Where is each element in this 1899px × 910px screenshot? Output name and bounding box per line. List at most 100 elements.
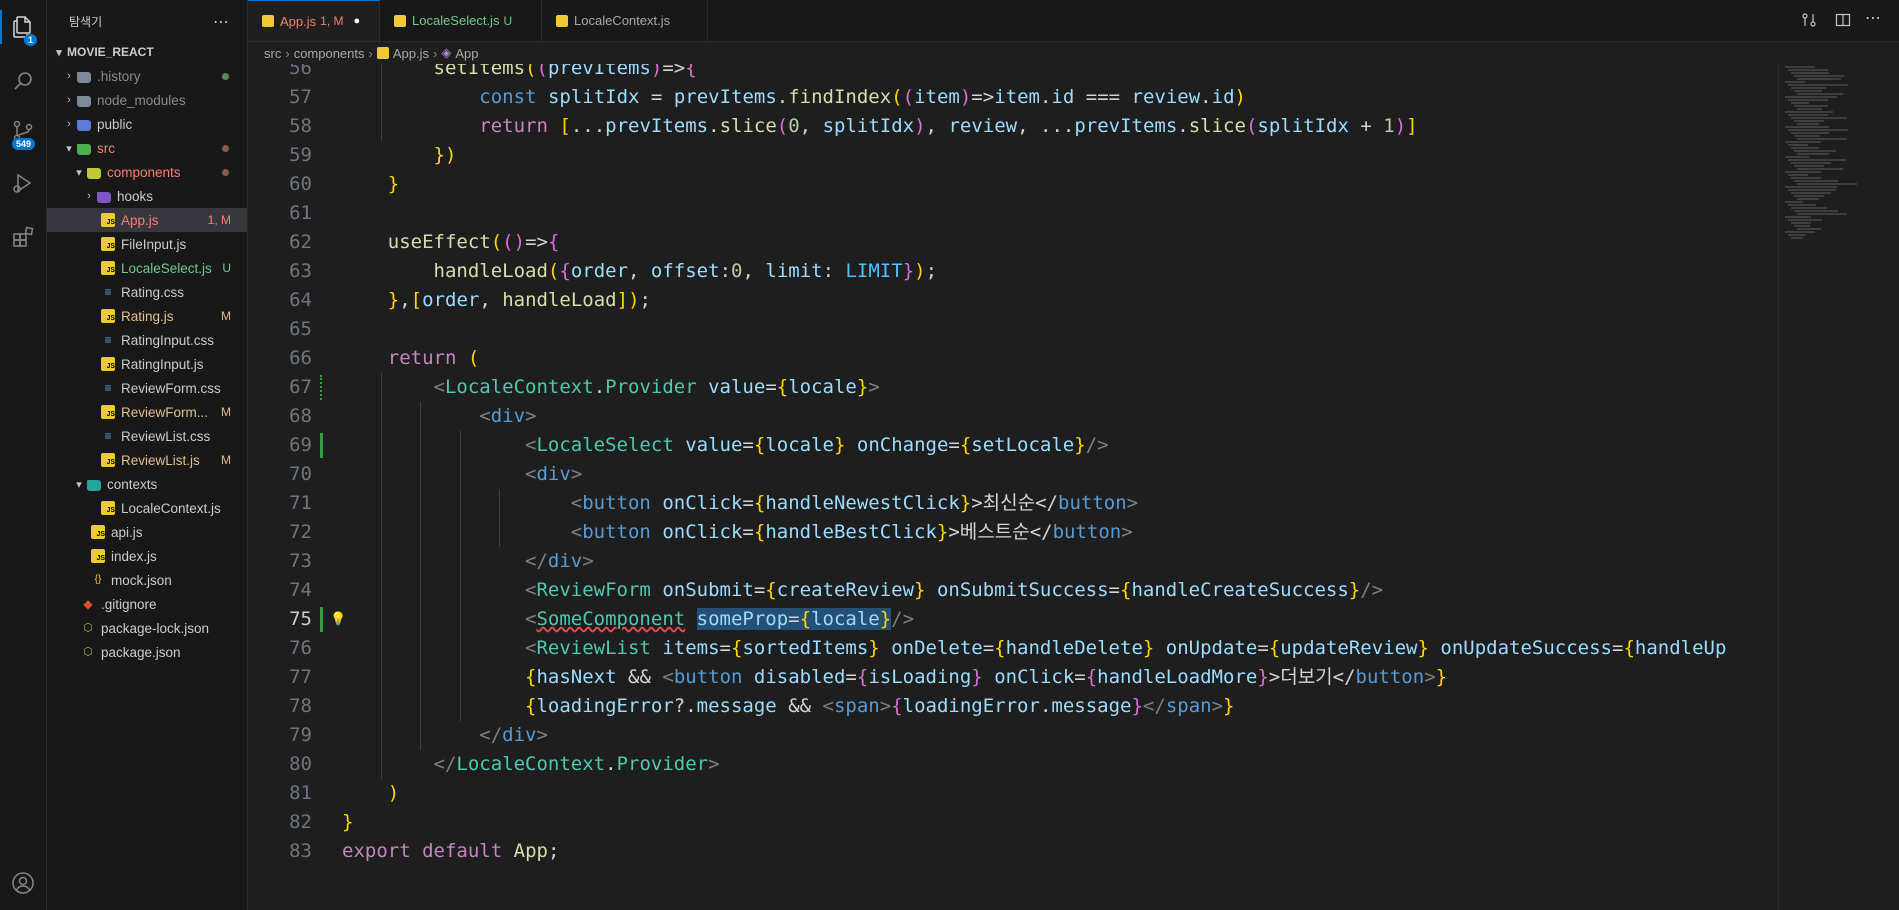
code-line[interactable]: 82} (248, 808, 1778, 837)
tree-folder-history[interactable]: › .history (47, 64, 247, 88)
tree-file-api-js[interactable]: JS api.js (47, 520, 247, 544)
more-actions-icon[interactable]: ⋯ (1865, 8, 1881, 27)
code-line[interactable]: 74 <ReviewForm onSubmit={createReview} o… (248, 576, 1778, 605)
split-editor-icon[interactable] (1835, 12, 1851, 32)
run-debug-icon[interactable] (0, 160, 46, 206)
tree-file-reviewlist-js[interactable]: JS ReviewList.js M (47, 448, 247, 472)
code-line[interactable]: 59 }) (248, 141, 1778, 170)
tree-file-mock-json[interactable]: {} mock.json (47, 568, 247, 592)
folder-icon (97, 191, 111, 203)
minimap-line (1791, 207, 1827, 209)
tree-file-reviewform-js[interactable]: JS ReviewForm... M (47, 400, 247, 424)
minimap-line (1797, 228, 1821, 230)
code-line[interactable]: 78 {loadingError?.message && <span>{load… (248, 692, 1778, 721)
tree-file-rating-css[interactable]: ≡ Rating.css (47, 280, 247, 304)
minimap[interactable] (1778, 64, 1899, 910)
code-line[interactable]: 57 const splitIdx = prevItems.findIndex(… (248, 83, 1778, 112)
more-actions-icon[interactable]: ⋯ (213, 12, 229, 31)
tree-file-index-js[interactable]: JS index.js (47, 544, 247, 568)
git-change-marker[interactable] (320, 433, 323, 458)
tree-file-reviewlist-css[interactable]: ≡ ReviewList.css (47, 424, 247, 448)
tree-file-package-json[interactable]: ⬡ package.json (47, 640, 247, 664)
lightbulb-icon[interactable]: 💡 (330, 605, 346, 634)
code-line[interactable]: 83 export default App; (248, 837, 1778, 866)
extensions-icon[interactable] (0, 214, 46, 260)
code-line[interactable]: 56 setItems((prevItems)=>{ (248, 64, 1778, 83)
code-line[interactable]: 67 <LocaleContext.Provider value={locale… (248, 373, 1778, 402)
code-line[interactable]: 77 {hasNext && <button disabled={isLoadi… (248, 663, 1778, 692)
breadcrumb-item[interactable]: App (455, 46, 478, 61)
code-line[interactable]: 62 useEffect(()=>{ (248, 228, 1778, 257)
line-number: 57 (289, 86, 312, 108)
code-line[interactable]: 60 } (248, 170, 1778, 199)
source-control-icon[interactable]: 549 (0, 108, 46, 154)
minimap-line (1797, 138, 1847, 140)
files-icon[interactable]: 1 (0, 4, 46, 50)
breadcrumb-item[interactable]: components (294, 46, 365, 61)
tab-app-js[interactable]: App.js 1, M ● (248, 0, 380, 41)
code-line[interactable]: 73 </div> (248, 547, 1778, 576)
workspace-root-label: MOVIE_REACT (67, 45, 154, 59)
code-line[interactable]: 61 (248, 199, 1778, 228)
breadcrumb-item[interactable]: App.js (393, 46, 429, 61)
tree-folder-hooks[interactable]: › hooks (47, 184, 247, 208)
tree-item-label: contexts (107, 476, 158, 492)
line-number: 63 (289, 260, 312, 282)
code-text: const splitIdx = prevItems.findIndex((it… (479, 86, 1246, 108)
tree-file-package-lock-json[interactable]: ⬡ package-lock.json (47, 616, 247, 640)
code-text: ) (387, 782, 400, 804)
code-line[interactable]: 58 return [...prevItems.slice(0, splitId… (248, 112, 1778, 141)
modified-dot-icon[interactable]: ● (353, 15, 360, 27)
js-file-icon: JS (91, 549, 105, 563)
tree-folder-node-modules[interactable]: › node_modules (47, 88, 247, 112)
indent-guide (381, 373, 382, 779)
line-number: 81 (289, 782, 312, 804)
tree-file-localeselect-js[interactable]: JS LocaleSelect.js U (47, 256, 247, 280)
tree-file-gitignore[interactable]: ◆ .gitignore (47, 592, 247, 616)
code-line[interactable]: 69 <LocaleSelect value={locale} onChange… (248, 431, 1778, 460)
minimap-line (1794, 165, 1824, 167)
chevron-right-icon: › (368, 45, 373, 61)
code-line[interactable]: 66 return ( (248, 344, 1778, 373)
code-line[interactable]: 81 ) (248, 779, 1778, 808)
code-line[interactable]: 75 <SomeComponent someProp={locale}/> 💡 (248, 605, 1778, 634)
code-line[interactable]: 68 <div> (248, 402, 1778, 431)
code-line[interactable]: 65 (248, 315, 1778, 344)
code-line[interactable]: 64 },[order, handleLoad]); (248, 286, 1778, 315)
compare-changes-icon[interactable] (1801, 12, 1817, 32)
js-file-icon: JS (101, 237, 115, 251)
tree-folder-src[interactable]: ▾ src (47, 136, 247, 160)
code-text: },[order, handleLoad]); (387, 289, 651, 311)
tree-file-rating-js[interactable]: JS Rating.js M (47, 304, 247, 328)
tree-folder-contexts[interactable]: ▾ contexts (47, 472, 247, 496)
line-number: 61 (289, 202, 312, 224)
account-icon[interactable] (0, 860, 46, 906)
tree-file-localecontext-js[interactable]: JS LocaleContext.js (47, 496, 247, 520)
code-editor[interactable]: 56 setItems((prevItems)=>{57 const split… (248, 64, 1778, 910)
tab-localecontext-js[interactable]: LocaleContext.js (542, 0, 708, 41)
code-line[interactable]: 79 </div> (248, 721, 1778, 750)
search-icon[interactable] (0, 58, 46, 104)
code-line[interactable]: 80 </LocaleContext.Provider> (248, 750, 1778, 779)
code-line[interactable]: 72 <button onClick={handleBestClick}>베스트… (248, 518, 1778, 547)
explorer-sidebar: 탐색기 ⋯ ▾ MOVIE_REACT › .history › node_mo… (47, 0, 248, 910)
tab-localeselect-js[interactable]: LocaleSelect.js U (380, 0, 542, 41)
tree-file-app-js[interactable]: JS App.js 1, M (47, 208, 247, 232)
line-number: 59 (289, 144, 312, 166)
git-change-marker[interactable] (320, 375, 325, 400)
tree-file-ratinginput-css[interactable]: ≡ RatingInput.css (47, 328, 247, 352)
git-change-marker[interactable] (320, 607, 323, 632)
code-line[interactable]: 63 handleLoad({order, offset:0, limit: L… (248, 257, 1778, 286)
tree-file-reviewform-css[interactable]: ≡ ReviewForm.css (47, 376, 247, 400)
tree-folder-components[interactable]: ▾ components (47, 160, 247, 184)
tree-folder-public[interactable]: › public (47, 112, 247, 136)
breadcrumb-item[interactable]: src (264, 46, 281, 61)
tree-file-ratinginput-js[interactable]: JS RatingInput.js (47, 352, 247, 376)
tab-status: U (503, 13, 513, 28)
tree-file-fileinput-js[interactable]: JS FileInput.js (47, 232, 247, 256)
indent-guide (460, 431, 461, 721)
workspace-root[interactable]: ▾ MOVIE_REACT (47, 40, 247, 64)
code-line[interactable]: 71 <button onClick={handleNewestClick}>최… (248, 489, 1778, 518)
code-line[interactable]: 76 <ReviewList items={sortedItems} onDel… (248, 634, 1778, 663)
code-line[interactable]: 70 <div> (248, 460, 1778, 489)
